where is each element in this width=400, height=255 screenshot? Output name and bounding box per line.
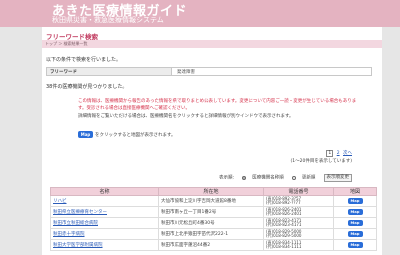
site-subtitle: 秋田県災害・救急医療情報システム bbox=[52, 16, 164, 24]
pager: 1 2 次へ bbox=[326, 150, 352, 157]
table-row: 秋田県立医療療育センター 秋田市南ヶ丘一丁目1番2号 (直)018-826-24… bbox=[50, 206, 377, 218]
breadcrumb[interactable]: トップ ＞ 検索結果一覧 bbox=[45, 41, 88, 47]
search-intro: 以下の条件で検索を行いました。 bbox=[46, 57, 122, 63]
condition-table: フリーワード 発達障害 bbox=[46, 67, 372, 76]
tel-main: (代)018-834-1111 bbox=[266, 244, 302, 249]
tel-main: (代)018-826-2401 bbox=[266, 211, 302, 216]
breadcrumb-bar: トップ ＞ 検索結果一覧 bbox=[42, 40, 382, 48]
table-row: 秋田大学医学部附属病院 秋田市広面字蓮沼44番2 (直)018-834-1111… bbox=[50, 239, 377, 251]
pager-current: 1 bbox=[326, 150, 334, 157]
map-button[interactable]: Map bbox=[347, 209, 363, 215]
facility-tel: (直)018-826-2401 (代)018-826-2401 bbox=[263, 206, 334, 218]
pager-page-2[interactable]: 2 bbox=[337, 151, 340, 156]
notice-red: この情報は、医療機関から報告のあった情報を県で取りまとめ公表しています。変更につ… bbox=[78, 99, 357, 111]
map-cell: Map bbox=[333, 228, 377, 240]
facility-name-link[interactable]: 秋田市立秋田総合病院 bbox=[50, 217, 159, 229]
condition-label-cell: フリーワード bbox=[47, 68, 172, 75]
left-margin bbox=[0, 27, 42, 255]
facility-tel: (直)018-834-1111 (代)018-834-1111 bbox=[263, 239, 334, 251]
facility-address: 秋田市広面字蓮沼44番2 bbox=[158, 239, 264, 251]
tel-main: (代)018-892-??77 bbox=[266, 200, 301, 205]
sort-order-label: 表示順: bbox=[219, 175, 235, 181]
facility-name-link[interactable]: 秋田赤十字病院 bbox=[50, 228, 159, 240]
map-button[interactable]: Map bbox=[347, 198, 363, 204]
map-button[interactable]: Map bbox=[347, 242, 363, 248]
results-table: 名称 所在地 電話番号 地図 リハビ 大仙市協和上淀川字吉岡大道館8番地 (直)… bbox=[50, 187, 377, 251]
sort-change-button[interactable]: 表示順変更 bbox=[323, 173, 352, 182]
map-cell: Map bbox=[333, 239, 377, 251]
right-margin bbox=[382, 27, 400, 255]
notice-detail: 詳細情報をご覧いただける場合は、医療機関名をクリックすると詳細情報が別ウインドウ… bbox=[78, 114, 294, 119]
condition-value: 発達障害 bbox=[177, 69, 195, 75]
condition-label: フリーワード bbox=[50, 69, 77, 75]
facility-address: 大仙市協和上淀川字吉岡大道館8番地 bbox=[158, 195, 264, 207]
facility-tel: (直)018-823-4171 (代)018-823-4171 bbox=[263, 217, 334, 229]
facility-address: 秋田市南ヶ丘一丁目1番2号 bbox=[158, 206, 264, 218]
sort-name-label[interactable]: 医療機関名称順 bbox=[252, 176, 284, 181]
facility-tel: (直)018-892-3?57 (代)018-892-??77 bbox=[263, 195, 334, 207]
tel-main: (代)018-829-5000 bbox=[266, 233, 302, 238]
sort-updated-label[interactable]: 更新順 bbox=[302, 176, 316, 181]
col-header-name: 名称 bbox=[50, 187, 159, 196]
table-header-row: 名称 所在地 電話番号 地図 bbox=[50, 187, 377, 196]
map-button[interactable]: Map bbox=[347, 220, 363, 226]
result-range: (1～20件目を表示しています) bbox=[290, 159, 352, 164]
table-row: リハビ 大仙市協和上淀川字吉岡大道館8番地 (直)018-892-3?57 (代)… bbox=[50, 195, 377, 207]
map-cell: Map bbox=[333, 195, 377, 207]
header-banner: あきた医療情報ガイド 秋田県災害・救急医療情報システム bbox=[0, 0, 400, 27]
table-row: 秋田市立秋田総合病院 秋田市川元松丘町4番30号 (直)018-823-4171… bbox=[50, 217, 377, 229]
tel-main: (代)018-823-4171 bbox=[266, 222, 302, 227]
sort-name-radio[interactable] bbox=[242, 175, 247, 180]
col-header-map: 地図 bbox=[333, 187, 377, 196]
map-cell: Map bbox=[333, 217, 377, 229]
result-count: 38件の医療機関が見つかりました。 bbox=[46, 84, 128, 90]
table-row: 秋田赤十字病院 秋田市上北手猿田字苗代沢222-1 (直)018-829-500… bbox=[50, 228, 377, 240]
map-hint-text: をクリックすると地図が表示されます。 bbox=[95, 132, 176, 138]
pager-next[interactable]: 次へ bbox=[343, 151, 352, 156]
sort-updated-radio[interactable] bbox=[291, 175, 296, 180]
col-header-address: 所在地 bbox=[158, 187, 264, 196]
facility-name-link[interactable]: リハビ bbox=[50, 195, 159, 207]
facility-name-link[interactable]: 秋田県立医療療育センター bbox=[50, 206, 159, 218]
facility-tel: (直)018-829-5000 (代)018-829-5000 bbox=[263, 228, 334, 240]
col-header-tel: 電話番号 bbox=[263, 187, 334, 196]
sort-order-row: 表示順: 医療機関名称順 更新順 表示順変更 bbox=[219, 167, 352, 182]
main-content: フリーワード検索 トップ ＞ 検索結果一覧 以下の条件で検索を行いました。 フリ… bbox=[42, 27, 382, 255]
facility-address: 秋田市川元松丘町4番30号 bbox=[158, 217, 264, 229]
facility-address: 秋田市上北手猿田字苗代沢222-1 bbox=[158, 228, 264, 240]
map-cell: Map bbox=[333, 206, 377, 218]
map-button[interactable]: Map bbox=[347, 231, 363, 237]
facility-name-link[interactable]: 秋田大学医学部附属病院 bbox=[50, 239, 159, 251]
map-legend-button: Map bbox=[78, 131, 93, 138]
